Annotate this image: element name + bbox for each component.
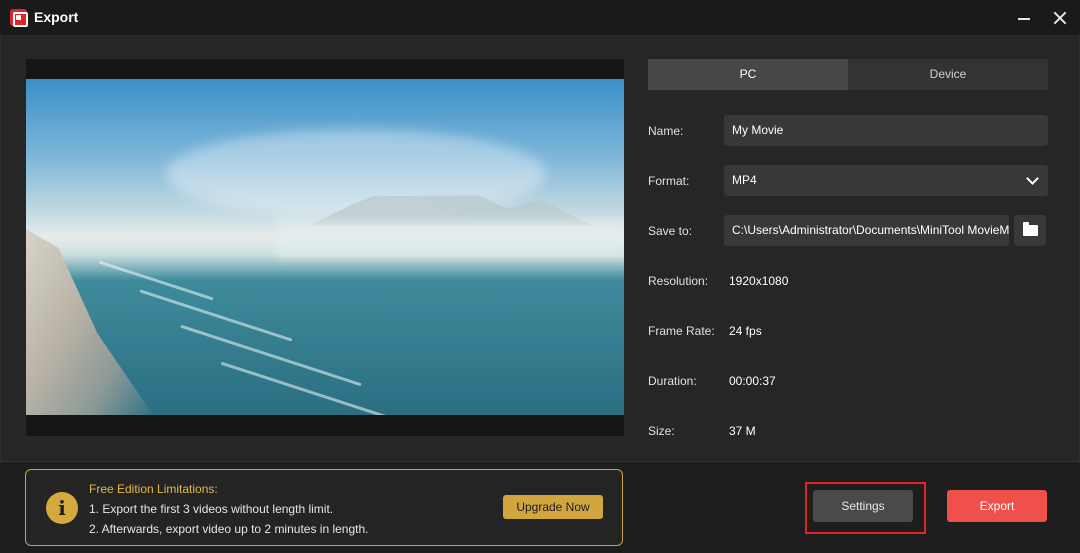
format-label: Format: (648, 174, 690, 188)
footer: i Free Edition Limitations: 1. Export th… (0, 461, 1080, 553)
duration-label: Duration: (648, 374, 697, 388)
size-label: Size: (648, 424, 675, 438)
limitations-title: Free Edition Limitations: (89, 482, 218, 496)
app-logo-icon (10, 9, 28, 27)
name-label: Name: (648, 124, 684, 138)
name-input[interactable]: My Movie (724, 115, 1048, 146)
surf-line (139, 289, 293, 342)
frame-rate-label: Frame Rate: (648, 324, 715, 338)
settings-button[interactable]: Settings (813, 490, 913, 522)
duration-value: 00:00:37 (729, 374, 776, 388)
info-icon: i (46, 492, 78, 524)
tab-device[interactable]: Device (848, 59, 1048, 90)
window-title: Export (34, 9, 79, 25)
preview-image (26, 79, 624, 415)
beach (26, 229, 156, 415)
limitation-line: 1. Export the first 3 videos without len… (89, 502, 334, 516)
format-select[interactable]: MP4 (724, 165, 1048, 196)
limitation-line: 2. Afterwards, export video up to 2 minu… (89, 522, 369, 536)
folder-icon (1023, 222, 1038, 236)
save-to-label: Save to: (648, 224, 693, 238)
limitations-notice: i Free Edition Limitations: 1. Export th… (25, 469, 623, 546)
size-value: 37 M (729, 424, 756, 438)
save-path-input[interactable]: C:\Users\Administrator\Documents\MiniToo… (724, 215, 1009, 246)
output-tabs: PC Device (648, 59, 1048, 90)
upgrade-now-button[interactable]: Upgrade Now (503, 495, 603, 519)
close-icon[interactable] (1050, 8, 1070, 28)
resolution-value: 1920x1080 (729, 274, 789, 288)
title-bar: Export (0, 0, 1080, 35)
video-preview (26, 59, 624, 436)
export-button[interactable]: Export (947, 490, 1047, 522)
export-panel: PC Device Name: My Movie Format: MP4 Sav… (0, 35, 1080, 461)
frame-rate-value: 24 fps (729, 324, 762, 338)
browse-folder-button[interactable] (1014, 215, 1046, 246)
tab-pc[interactable]: PC (648, 59, 848, 90)
resolution-label: Resolution: (648, 274, 709, 288)
water-glow (276, 219, 624, 259)
minimize-icon[interactable] (1014, 8, 1034, 28)
